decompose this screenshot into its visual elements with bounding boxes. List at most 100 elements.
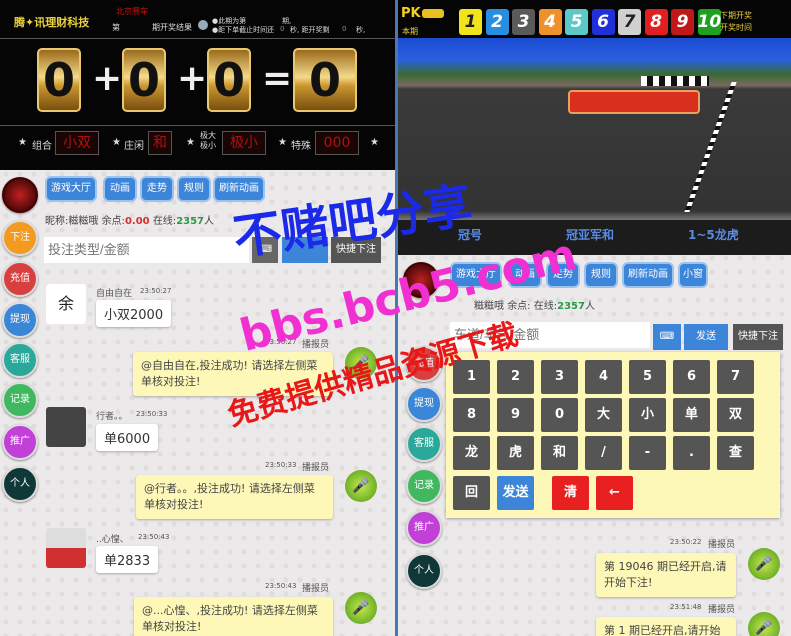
user-avatar[interactable] [2, 177, 38, 213]
keypad-key[interactable]: 单 [673, 398, 710, 432]
tab-refresh-animation[interactable]: 刷新动画 [622, 262, 674, 288]
bot-message-bubble: @行者。。,投注成功! 请选择左侧菜单核对投注! [136, 475, 333, 519]
finish-flag-icon [641, 76, 709, 86]
message-time: 23:51:48 [670, 603, 702, 611]
tab-animation[interactable]: 动画 [508, 262, 542, 288]
bet-input[interactable] [450, 322, 650, 348]
online-unit: 人 [584, 301, 595, 312]
draw-time-label: 开奖时间 [720, 23, 752, 32]
star-icon: ★ [370, 137, 379, 148]
balance: 0.00 [124, 216, 150, 227]
side-withdraw-button[interactable]: 提现 [406, 386, 442, 422]
send-button[interactable]: 发送 [684, 324, 728, 350]
keypad-key[interactable]: 2 [497, 360, 534, 394]
bet-input[interactable] [44, 237, 249, 263]
period-prefix: 第 [112, 23, 120, 32]
race-track [398, 38, 791, 220]
tab-animation[interactable]: 动画 [103, 176, 137, 202]
keyboard-button[interactable]: ⌨ [653, 324, 681, 350]
keyboard-button[interactable]: ⌨ [252, 237, 278, 263]
side-recharge-button[interactable]: 充值 [406, 346, 442, 382]
keypad-key[interactable]: 8 [453, 398, 490, 432]
send-button[interactable] [282, 237, 328, 263]
side-service-button[interactable]: 客服 [406, 426, 442, 462]
race-number-2: 2 [485, 9, 509, 35]
keypad-key[interactable]: 查 [717, 436, 754, 470]
side-profile-button[interactable]: 个人 [2, 466, 38, 502]
keypad-key[interactable]: 0 [541, 398, 578, 432]
online-count: 2357 [557, 301, 585, 312]
bot-message-bubble: @...心惶、,投注成功! 请选择左侧菜单核对投注! [134, 597, 333, 636]
tab-trend[interactable]: 走势 [546, 262, 580, 288]
keypad-key[interactable]: 龙 [453, 436, 490, 470]
side-withdraw-button[interactable]: 提现 [2, 302, 38, 338]
keypad-back-key[interactable]: 回 [453, 476, 490, 510]
notice-4: 秒, 距开奖剩 [290, 26, 330, 34]
timer-2: 0 [342, 25, 347, 33]
keypad-key[interactable]: 4 [585, 360, 622, 394]
keypad-send-key[interactable]: 发送 [497, 476, 534, 510]
keypad-key[interactable]: 9 [497, 398, 534, 432]
keypad-key[interactable]: 小 [629, 398, 666, 432]
keypad-key[interactable]: 3 [541, 360, 578, 394]
keypad-key[interactable]: 6 [673, 360, 710, 394]
tab-rules[interactable]: 规则 [177, 176, 211, 202]
tab-lobby[interactable]: 游戏大厅 [450, 262, 502, 288]
announcer-mic-icon: 🎤 [345, 347, 377, 379]
divider [0, 125, 395, 126]
tab-trend[interactable]: 走势 [140, 176, 174, 202]
star-icon: ★ [112, 137, 121, 148]
online-unit: 人 [204, 216, 215, 227]
keypad-backspace-key[interactable]: ← [596, 476, 633, 510]
message-bubble: 单2833 [96, 546, 159, 573]
tab-mini-window[interactable]: 小窗 [678, 262, 708, 288]
star-icon: ★ [186, 137, 195, 148]
online-label: 在线: [533, 301, 558, 312]
race-number-10: 10 [697, 9, 721, 35]
stat-extreme: 极小 [222, 131, 266, 155]
side-records-button[interactable]: 记录 [2, 382, 38, 418]
race-number-6: 6 [591, 9, 615, 35]
race-number-4: 4 [538, 9, 562, 35]
keypad-key[interactable]: - [629, 436, 666, 470]
side-profile-button[interactable]: 个人 [406, 553, 442, 589]
stat-special: 000 [315, 131, 359, 155]
quick-bet-button[interactable]: 快捷下注 [733, 324, 783, 350]
keypad-key[interactable]: 和 [541, 436, 578, 470]
keypad-key[interactable]: 1 [453, 360, 490, 394]
keypad-key[interactable]: 大 [585, 398, 622, 432]
side-promote-button[interactable]: 推广 [406, 510, 442, 546]
online-count: 2357 [176, 216, 205, 227]
race-header: PK 本期 1 2 3 4 5 6 7 8 9 10 下期开奖 开奖时间 [398, 0, 791, 38]
quick-bet-button[interactable]: 快捷下注 [331, 237, 381, 263]
message-sender: ..心惶、 [96, 535, 129, 545]
stat-banker: 和 [148, 131, 172, 155]
side-promote-button[interactable]: 推广 [2, 424, 38, 460]
keypad-key[interactable]: 虎 [497, 436, 534, 470]
keypad-clear-key[interactable]: 清 [552, 476, 589, 510]
keypad-key[interactable]: 双 [717, 398, 754, 432]
keypad-key[interactable]: 5 [629, 360, 666, 394]
race-number-3: 3 [512, 9, 535, 35]
digit-sum: 0 [293, 48, 357, 112]
message-sender: 播报员 [302, 340, 330, 350]
message-bubble: 小双2000 [96, 300, 172, 327]
tab-rules[interactable]: 规则 [584, 262, 618, 288]
user-avatar[interactable] [403, 262, 439, 298]
car-icon [422, 9, 444, 18]
keypad-key[interactable]: . [673, 436, 710, 470]
side-recharge-button[interactable]: 充值 [2, 261, 38, 297]
side-bet-button[interactable]: 下注 [2, 220, 38, 256]
message-time: 23:50:27 [140, 287, 172, 295]
track-label: 冠亚军和 [566, 228, 615, 242]
side-records-button[interactable]: 记录 [406, 468, 442, 504]
tab-refresh-animation[interactable]: 刷新动画 [213, 176, 265, 202]
nick-label: 昵称: [45, 216, 69, 227]
tab-lobby[interactable]: 游戏大厅 [45, 176, 97, 202]
keypad-key[interactable]: / [585, 436, 622, 470]
message-time: 23:50:27 [265, 338, 297, 346]
track-label: 冠号 [458, 228, 483, 242]
notice-2: ●距下单截止时间还 [212, 26, 275, 34]
side-service-button[interactable]: 客服 [2, 342, 38, 378]
keypad-key[interactable]: 7 [717, 360, 754, 394]
